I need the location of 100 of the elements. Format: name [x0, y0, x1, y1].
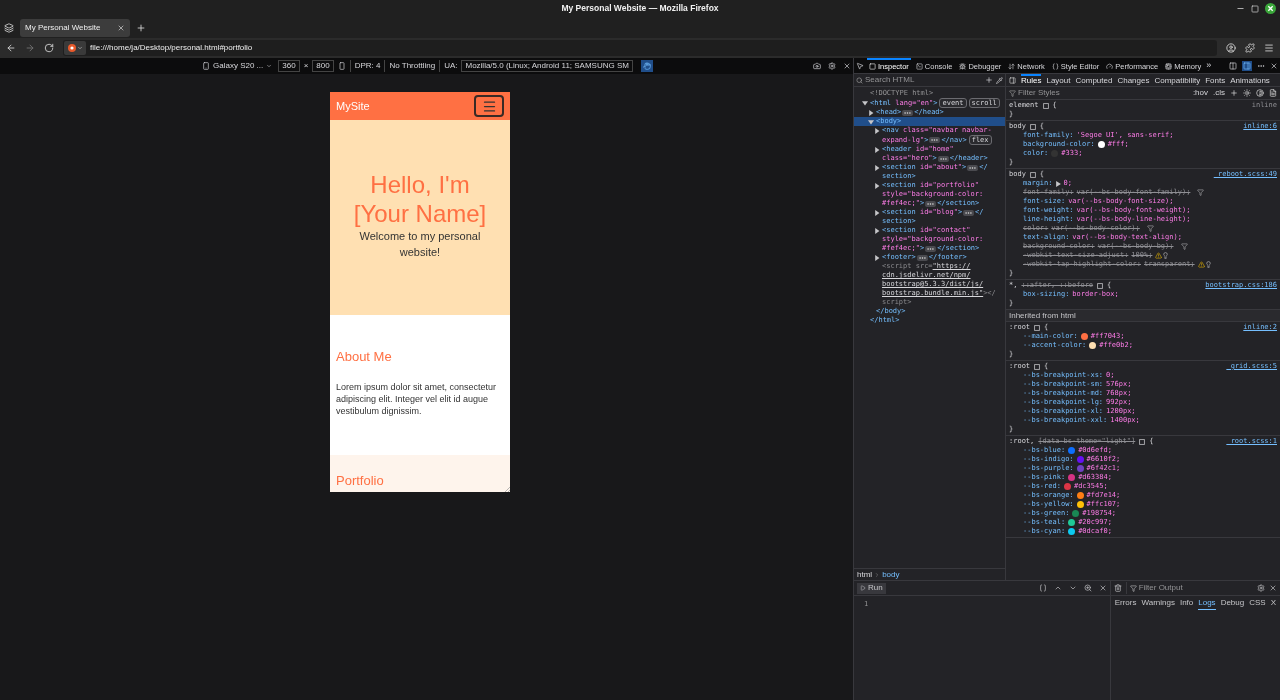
next-icon[interactable] — [1068, 584, 1077, 592]
collapsed-arrow-icon[interactable] — [874, 254, 880, 261]
collapsed-arrow-icon[interactable] — [874, 146, 880, 153]
color-swatch-icon[interactable] — [1068, 447, 1076, 454]
tab-list-icon[interactable] — [4, 22, 14, 33]
close-tab-icon[interactable] — [117, 23, 125, 32]
color-swatch-icon[interactable] — [1076, 501, 1084, 508]
log-level-filter[interactable]: X — [1270, 597, 1276, 609]
breadcrumb[interactable]: body — [882, 568, 900, 581]
close-icon[interactable] — [1265, 3, 1276, 14]
log-level-filter[interactable]: Info — [1179, 597, 1194, 609]
menu-toggle-button[interactable] — [474, 95, 504, 117]
rules-tab[interactable]: Compatibility — [1154, 73, 1201, 87]
collapsed-arrow-icon[interactable] — [868, 109, 874, 116]
expand-arrow-icon[interactable] — [1055, 180, 1061, 187]
rules-tab[interactable]: Animations — [1230, 73, 1270, 87]
search-icon[interactable] — [1083, 584, 1092, 592]
warning-icon[interactable] — [1155, 252, 1170, 259]
back-icon[interactable] — [6, 43, 16, 53]
light-scheme-icon[interactable] — [1243, 89, 1251, 97]
color-swatch-icon[interactable] — [1076, 465, 1084, 472]
contrast-icon[interactable] — [1256, 89, 1264, 97]
log-level-filter[interactable]: Logs — [1198, 596, 1216, 610]
collapsed-arrow-icon[interactable] — [874, 209, 880, 216]
filter-icon[interactable] — [1146, 225, 1154, 232]
filter-icon[interactable] — [1180, 243, 1188, 250]
height-field[interactable]: 800 — [312, 60, 334, 72]
ellipsis-icon[interactable] — [937, 155, 949, 162]
sidebar-toggle-icon[interactable] — [1009, 76, 1016, 84]
eyedropper-icon[interactable] — [996, 76, 1003, 84]
color-swatch-icon[interactable] — [1068, 474, 1076, 481]
close-icon[interactable] — [1270, 61, 1278, 70]
filter-styles-field[interactable]: Filter Styles — [1009, 87, 1188, 99]
color-swatch-icon[interactable] — [1076, 492, 1084, 499]
color-swatch-icon[interactable] — [1068, 528, 1076, 535]
browser-tab[interactable]: My Personal Website — [20, 18, 130, 37]
color-swatch-icon[interactable] — [1072, 510, 1080, 517]
pretty-print-icon[interactable] — [1038, 584, 1047, 592]
rules-tab[interactable]: Layout — [1046, 73, 1071, 87]
new-tab-icon[interactable] — [136, 22, 146, 33]
device-select[interactable]: Galaxy S20 ... — [200, 60, 275, 72]
ellipsis-icon[interactable] — [916, 254, 928, 261]
warning-icon[interactable] — [1197, 261, 1212, 268]
address-field[interactable]: file:///home/ja/Desktop/personal.html#portfolio — [63, 40, 1217, 56]
collapsed-arrow-icon[interactable] — [874, 164, 880, 171]
extensions-icon[interactable] — [1245, 43, 1255, 53]
trash-icon[interactable] — [1113, 584, 1122, 592]
split-view-icon[interactable] — [1229, 61, 1237, 70]
filter-icon[interactable] — [1197, 189, 1205, 196]
reload-icon[interactable] — [44, 43, 54, 53]
filter-output-field[interactable]: Filter Output — [1125, 582, 1253, 594]
ellipsis-icon[interactable] — [925, 200, 937, 207]
add-node-icon[interactable] — [985, 76, 993, 84]
log-level-filter[interactable]: Debug — [1220, 597, 1245, 609]
ellipsis-icon[interactable] — [925, 245, 937, 252]
throttling-select[interactable]: No Throttling — [384, 60, 436, 72]
account-icon[interactable] — [1226, 43, 1236, 53]
menu-icon[interactable] — [1264, 43, 1274, 53]
resize-grip-icon[interactable] — [504, 486, 510, 492]
rules-tab[interactable]: Fonts — [1205, 73, 1226, 87]
color-swatch-icon[interactable] — [1068, 519, 1076, 526]
rules-tab[interactable]: Computed — [1075, 73, 1113, 87]
rules-tab[interactable]: Changes — [1117, 73, 1150, 87]
rules-tab[interactable]: Rules — [1021, 73, 1042, 87]
maximize-icon[interactable] — [1251, 4, 1259, 13]
collapsed-arrow-icon[interactable] — [874, 182, 880, 189]
settings-icon[interactable] — [828, 62, 836, 70]
cls-button[interactable]: .cls — [1213, 87, 1225, 99]
dock-button[interactable] — [1242, 60, 1252, 71]
color-swatch-icon[interactable] — [1097, 141, 1105, 148]
run-button[interactable]: Run — [857, 582, 886, 594]
site-icon[interactable] — [67, 44, 76, 52]
color-swatch-icon[interactable] — [1080, 333, 1088, 340]
document-icon[interactable] — [1269, 89, 1277, 97]
touch-button[interactable] — [640, 60, 653, 72]
expanded-arrow-icon[interactable] — [868, 118, 874, 125]
more-tabs-button[interactable]: » — [1206, 58, 1212, 73]
settings-icon[interactable] — [1257, 584, 1265, 592]
close-icon[interactable] — [843, 62, 851, 70]
collapsed-arrow-icon[interactable] — [874, 127, 880, 134]
user-agent-field[interactable]: Mozilla/5.0 (Linux; Android 11; SAMSUNG SM — [461, 60, 633, 72]
dpr-select[interactable]: DPR: 4 — [349, 60, 381, 72]
rotate-icon[interactable] — [337, 62, 346, 70]
hov-button[interactable]: :hov — [1192, 87, 1208, 99]
ellipsis-icon[interactable] — [929, 137, 941, 143]
element-picker-icon[interactable] — [856, 61, 864, 70]
breadcrumb[interactable]: html — [857, 568, 873, 581]
expanded-arrow-icon[interactable] — [862, 99, 868, 106]
search-html-field[interactable]: Search HTML — [856, 74, 982, 86]
log-level-filter[interactable]: Warnings — [1141, 597, 1175, 609]
log-level-filter[interactable]: CSS — [1249, 597, 1266, 609]
ellipsis-icon[interactable] — [902, 109, 914, 116]
add-rule-icon[interactable] — [1230, 89, 1238, 97]
log-level-filter[interactable]: Errors — [1114, 597, 1137, 609]
color-swatch-icon[interactable] — [1076, 456, 1084, 463]
collapsed-arrow-icon[interactable] — [874, 227, 880, 234]
width-field[interactable]: 360 — [278, 60, 300, 72]
previous-icon[interactable] — [1053, 584, 1062, 592]
ellipsis-icon[interactable] — [967, 164, 979, 171]
ellipsis-icon[interactable] — [963, 209, 975, 216]
